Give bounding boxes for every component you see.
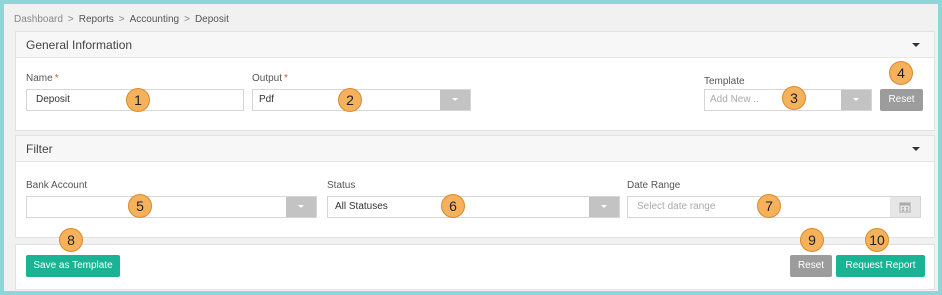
calendar-icon[interactable] [890,197,920,217]
save-as-template-button[interactable]: Save as Template [26,255,120,277]
breadcrumb-accounting[interactable]: Accounting [130,14,179,25]
general-information-header[interactable]: General Information [16,32,934,58]
template-label: Template [704,76,745,87]
status-select[interactable]: All Statuses [327,196,620,218]
template-dropdown-chevron-icon[interactable] [841,90,871,110]
output-label: Output * [252,73,288,84]
bank-account-label: Bank Account [26,180,88,191]
callout-badge-8: 8 [59,228,83,252]
breadcrumb-deposit: Deposit [194,14,229,25]
breadcrumb-separator: > [184,14,190,25]
date-range-label: Date Range [627,180,681,191]
bank-account-select[interactable] [26,196,317,218]
general-information-title: General Information [26,38,133,52]
general-information-panel: General Information Name * Deposit Output… [15,31,935,131]
callout-badge-1: 1 [126,88,150,112]
request-report-button[interactable]: Request Report [836,255,925,277]
breadcrumb-separator: > [67,14,74,25]
callout-badge-7: 7 [757,194,781,218]
callout-badge-9: 9 [800,228,824,252]
template-select-placeholder: Add New .. [710,94,759,105]
status-label: Status [327,180,356,191]
status-dropdown-chevron-icon[interactable] [589,197,619,217]
output-dropdown-chevron-icon[interactable] [440,90,470,110]
breadcrumb-reports[interactable]: Reports [79,14,114,25]
breadcrumb-separator: > [118,14,125,25]
name-label: Name * [26,73,59,84]
callout-badge-4: 4 [889,61,913,85]
filter-title: Filter [26,142,53,156]
collapse-caret-icon[interactable] [912,147,920,151]
output-select-value: Pdf [259,94,275,105]
reset-button[interactable]: Reset [790,255,832,277]
collapse-caret-icon[interactable] [912,43,920,47]
callout-badge-2: 2 [338,88,362,112]
callout-badge-6: 6 [441,194,465,218]
action-bar: Save as Template Reset Request Report 8 … [15,228,935,290]
filter-panel: Filter Bank Account Status All Statuses … [15,135,935,238]
filter-header[interactable]: Filter [16,136,934,162]
callout-badge-3: 3 [782,86,806,110]
callout-badge-5: 5 [128,194,152,218]
status-value: All Statuses [335,201,388,212]
date-range-placeholder: Select date range [637,201,716,212]
bank-account-dropdown-chevron-icon[interactable] [286,197,316,217]
callout-badge-10: 10 [865,228,889,252]
breadcrumb-dashboard[interactable]: Dashboard [14,14,63,25]
breadcrumb: Dashboard > Reports > Accounting > Deposit [14,14,229,25]
template-reset-button[interactable]: Reset [880,89,923,111]
app-frame: Dashboard > Reports > Accounting > Deposit Gen… [4,4,938,291]
